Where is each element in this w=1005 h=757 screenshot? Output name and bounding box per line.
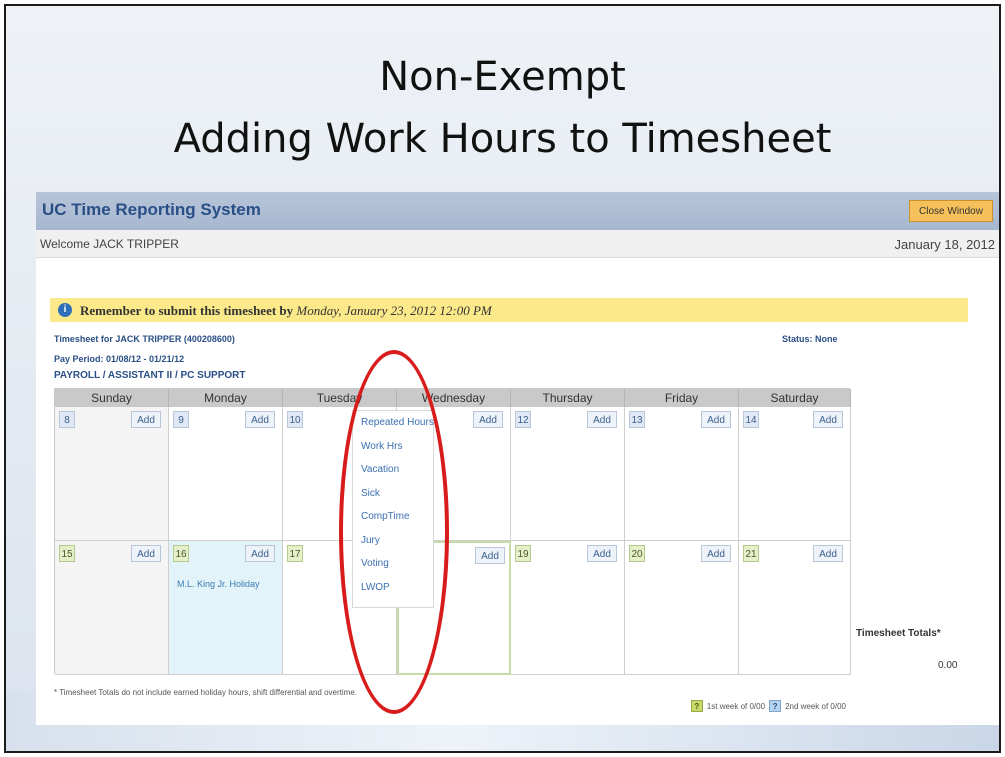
day-number: 21 xyxy=(743,545,759,562)
week1-link[interactable]: 1st week of 0/00 xyxy=(707,702,765,711)
day-number: 15 xyxy=(59,545,75,562)
calendar-day-cell: 16 Add M.L. King Jr. Holiday xyxy=(169,541,283,675)
slide-title: Non-Exempt Adding Work Hours to Timeshee… xyxy=(6,46,999,170)
holiday-label: M.L. King Jr. Holiday xyxy=(177,579,260,589)
highlight-oval xyxy=(339,350,449,714)
app-header: UC Time Reporting System Close Window xyxy=(36,192,999,230)
day-number: 9 xyxy=(173,411,189,428)
submit-reminder-banner: i Remember to submit this timesheet by M… xyxy=(50,298,968,322)
day-number: 17 xyxy=(287,545,303,562)
week2-link[interactable]: 2nd week of 0/00 xyxy=(785,702,846,711)
day-number: 14 xyxy=(743,411,759,428)
timesheet-calendar: Sunday Monday Tuesday Wednesday Thursday Frid… xyxy=(54,388,851,675)
time-reporting-window: UC Time Reporting System Close Window We… xyxy=(36,192,999,725)
calendar-day-cell: 12 Add xyxy=(511,407,625,541)
timesheet-totals-label: Timesheet Totals* xyxy=(856,628,941,639)
reminder-deadline: Monday, January 23, 2012 12:00 PM xyxy=(296,303,492,318)
help-icon[interactable]: ? xyxy=(769,700,782,712)
day-header: Sunday xyxy=(55,389,169,407)
totals-footnote: * Timesheet Totals do not include earned… xyxy=(54,688,357,697)
day-number: 10 xyxy=(287,411,303,428)
add-hours-button[interactable]: Add xyxy=(245,545,275,562)
slide: Non-Exempt Adding Work Hours to Timeshee… xyxy=(4,4,1001,753)
add-hours-button[interactable]: Add xyxy=(131,411,161,428)
add-hours-button[interactable]: Add xyxy=(473,411,503,428)
day-number: 13 xyxy=(629,411,645,428)
day-number: 20 xyxy=(629,545,645,562)
add-hours-button[interactable]: Add xyxy=(587,411,617,428)
timesheet-status: Status: None xyxy=(782,334,838,344)
timesheet-owner: Timesheet for JACK TRIPPER (400208600) xyxy=(54,334,235,344)
day-number: 19 xyxy=(515,545,531,562)
calendar-day-cell: 21 Add xyxy=(739,541,851,675)
slide-title-line-2: Adding Work Hours to Timesheet xyxy=(173,116,832,162)
add-hours-button[interactable]: Add xyxy=(587,545,617,562)
add-hours-button[interactable]: Add xyxy=(475,547,505,564)
reminder-text: Remember to submit this timesheet by Mon… xyxy=(80,303,492,319)
slide-title-line-1: Non-Exempt xyxy=(379,54,626,100)
welcome-bar: Welcome JACK TRIPPER January 18, 2012 xyxy=(36,230,999,258)
day-header: Thursday xyxy=(511,389,625,407)
calendar-day-cell: 13 Add xyxy=(625,407,739,541)
day-header: Monday xyxy=(169,389,283,407)
day-header: Saturday xyxy=(739,389,851,407)
position-title: PAYROLL / ASSISTANT II / PC SUPPORT xyxy=(54,370,246,381)
add-hours-button[interactable]: Add xyxy=(701,545,731,562)
calendar-day-cell: 15 Add xyxy=(55,541,169,675)
timesheet-totals-value: 0.00 xyxy=(938,660,958,671)
add-hours-button[interactable]: Add xyxy=(245,411,275,428)
reminder-lead: Remember to submit this timesheet by xyxy=(80,303,294,318)
pay-period: Pay Period: 01/08/12 - 01/21/12 xyxy=(54,354,185,364)
week-links: ? 1st week of 0/00 ? 2nd week of 0/00 xyxy=(690,700,846,712)
current-date: January 18, 2012 xyxy=(894,237,995,252)
welcome-text: Welcome JACK TRIPPER xyxy=(40,237,179,251)
day-number: 12 xyxy=(515,411,531,428)
calendar-day-cell: 14 Add xyxy=(739,407,851,541)
calendar-day-cell: 8 Add xyxy=(55,407,169,541)
app-title: UC Time Reporting System xyxy=(42,200,261,219)
calendar-day-cell: 20 Add xyxy=(625,541,739,675)
day-number: 8 xyxy=(59,411,75,428)
add-hours-button[interactable]: Add xyxy=(813,545,843,562)
calendar-day-cell: 9 Add xyxy=(169,407,283,541)
close-window-button[interactable]: Close Window xyxy=(909,200,993,222)
add-hours-button[interactable]: Add xyxy=(813,411,843,428)
day-header: Friday xyxy=(625,389,739,407)
help-icon[interactable]: ? xyxy=(690,700,703,712)
calendar-day-cell: 19 Add xyxy=(511,541,625,675)
day-number: 16 xyxy=(173,545,189,562)
add-hours-button[interactable]: Add xyxy=(701,411,731,428)
info-icon: i xyxy=(58,303,72,317)
add-hours-button[interactable]: Add xyxy=(131,545,161,562)
footnote: * Timesheet Totals do not include earned… xyxy=(54,686,850,716)
